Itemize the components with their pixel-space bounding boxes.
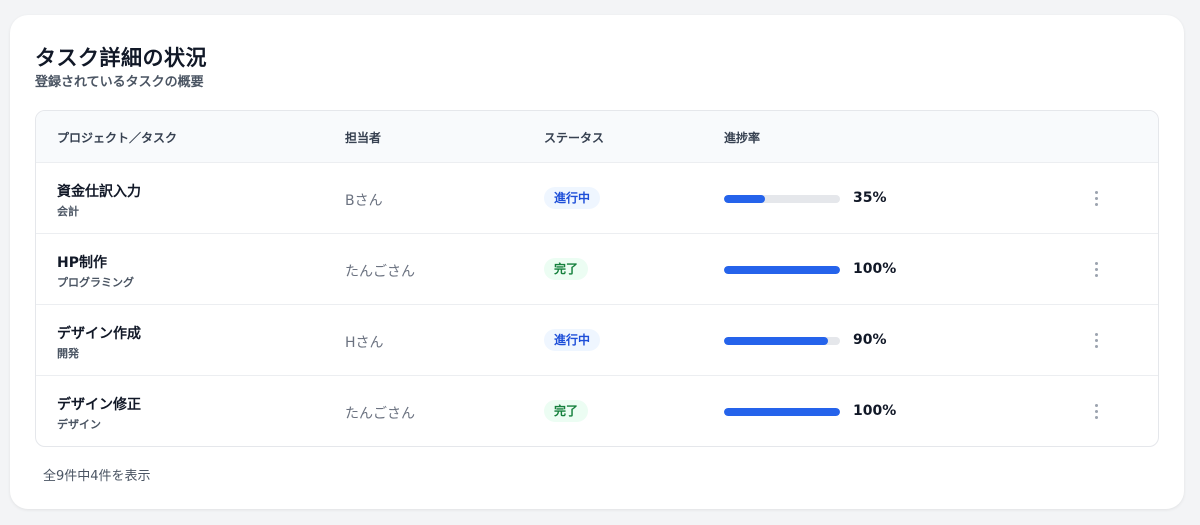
task-table: プロジェクト／タスク 担当者 ステータス 進捗率 資金仕訳入力 会計 Bさん 進… — [35, 110, 1159, 447]
more-vertical-icon[interactable] — [1088, 400, 1104, 422]
table-row[interactable]: デザイン作成 開発 Hさん 進行中 90% — [36, 304, 1158, 375]
task-name: デザイン作成 — [57, 326, 141, 342]
progress-bar-fill — [724, 266, 840, 274]
status-badge: 完了 — [544, 400, 589, 422]
task-category: 開発 — [57, 347, 79, 360]
progress-percent: 90% — [853, 332, 887, 348]
table-row[interactable]: HP制作 プログラミング たんごさん 完了 100% — [36, 233, 1158, 304]
task-assignee: たんごさん — [345, 264, 415, 280]
progress-percent: 100% — [853, 403, 897, 419]
task-category: 会計 — [57, 205, 79, 218]
column-header-status: ステータス — [544, 131, 605, 145]
more-vertical-icon[interactable] — [1088, 258, 1104, 280]
progress-bar — [724, 195, 840, 203]
column-header-assignee: 担当者 — [345, 131, 382, 145]
task-assignee: Bさん — [345, 193, 383, 209]
task-name: デザイン修正 — [57, 397, 141, 413]
status-badge: 完了 — [544, 258, 589, 280]
page-title: タスク詳細の状況 — [35, 46, 207, 70]
task-assignee: たんごさん — [345, 406, 415, 422]
task-assignee: Hさん — [345, 335, 384, 351]
status-badge: 進行中 — [544, 329, 601, 351]
status-badge: 進行中 — [544, 187, 601, 209]
column-header-progress: 進捗率 — [724, 131, 761, 145]
progress-bar-fill — [724, 337, 829, 345]
more-vertical-icon[interactable] — [1088, 187, 1104, 209]
table-row[interactable]: 資金仕訳入力 会計 Bさん 進行中 35% — [36, 162, 1158, 233]
task-category: デザイン — [57, 418, 101, 431]
progress-bar-fill — [724, 408, 840, 416]
progress-bar — [724, 266, 840, 274]
column-header-project: プロジェクト／タスク — [57, 131, 178, 145]
pagination-summary: 全9件中4件を表示 — [43, 469, 151, 484]
task-name: HP制作 — [57, 255, 107, 271]
task-card: タスク詳細の状況 登録されているタスクの概要 プロジェクト／タスク 担当者 ステ… — [10, 15, 1184, 509]
progress-percent: 100% — [853, 261, 897, 277]
progress-bar — [724, 337, 840, 345]
task-category: プログラミング — [57, 276, 134, 289]
more-vertical-icon[interactable] — [1088, 329, 1104, 351]
table-header: プロジェクト／タスク 担当者 ステータス 進捗率 — [36, 111, 1158, 163]
progress-bar — [724, 408, 840, 416]
table-row[interactable]: デザイン修正 デザイン たんごさん 完了 100% — [36, 375, 1158, 446]
task-name: 資金仕訳入力 — [57, 184, 141, 200]
page-subtitle: 登録されているタスクの概要 — [35, 75, 204, 90]
progress-bar-fill — [724, 195, 765, 203]
progress-percent: 35% — [853, 190, 887, 206]
